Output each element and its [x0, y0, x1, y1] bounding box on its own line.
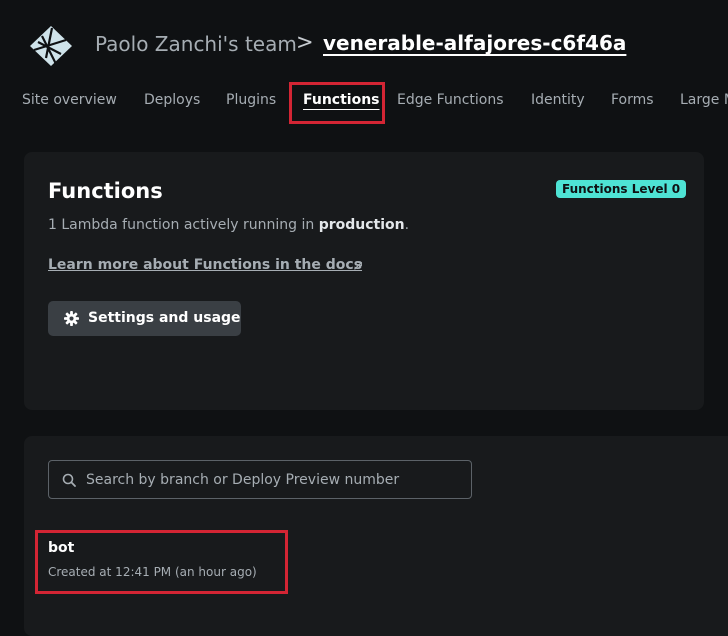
tab-large-media[interactable]: Large Media: [680, 92, 728, 108]
tab-identity[interactable]: Identity: [531, 92, 585, 108]
functions-overview-card: Functions Functions Level 0 1 Lambda fun…: [24, 152, 704, 410]
tab-forms[interactable]: Forms: [611, 92, 654, 108]
settings-button-label: Settings and usage: [88, 310, 241, 326]
site-header: Paolo Zanchi's team > venerable-alfajore…: [0, 0, 728, 82]
search-input[interactable]: [86, 461, 466, 498]
tab-site-overview[interactable]: Site overview: [22, 92, 117, 108]
description-suffix: .: [404, 217, 410, 233]
team-name-link[interactable]: Paolo Zanchi's team: [95, 32, 297, 56]
gear-icon: [64, 311, 79, 326]
functions-description: 1 Lambda function actively running in pr…: [48, 217, 409, 233]
functions-docs-link[interactable]: Learn more about Functions in the docs: [48, 257, 362, 273]
functions-heading: Functions: [48, 179, 163, 203]
site-name-link[interactable]: venerable-alfajores-c6f46a: [323, 31, 626, 55]
highlight-box-function-item: [35, 530, 288, 594]
settings-and-usage-button[interactable]: Settings and usage: [48, 301, 241, 336]
external-link-icon: ↗: [352, 258, 364, 274]
tab-deploys[interactable]: Deploys: [144, 92, 200, 108]
tab-edge-functions[interactable]: Edge Functions: [397, 92, 504, 108]
chevron-right-icon: >: [296, 30, 314, 54]
environment-label: production: [318, 217, 405, 233]
highlight-box-functions-tab: [289, 82, 385, 124]
search-icon: [62, 473, 76, 487]
search-box: [48, 460, 472, 499]
tab-plugins[interactable]: Plugins: [226, 92, 276, 108]
description-text: 1 Lambda function actively running in: [48, 217, 319, 233]
netlify-logo-icon[interactable]: [28, 24, 74, 68]
functions-level-badge: Functions Level 0: [556, 180, 687, 198]
